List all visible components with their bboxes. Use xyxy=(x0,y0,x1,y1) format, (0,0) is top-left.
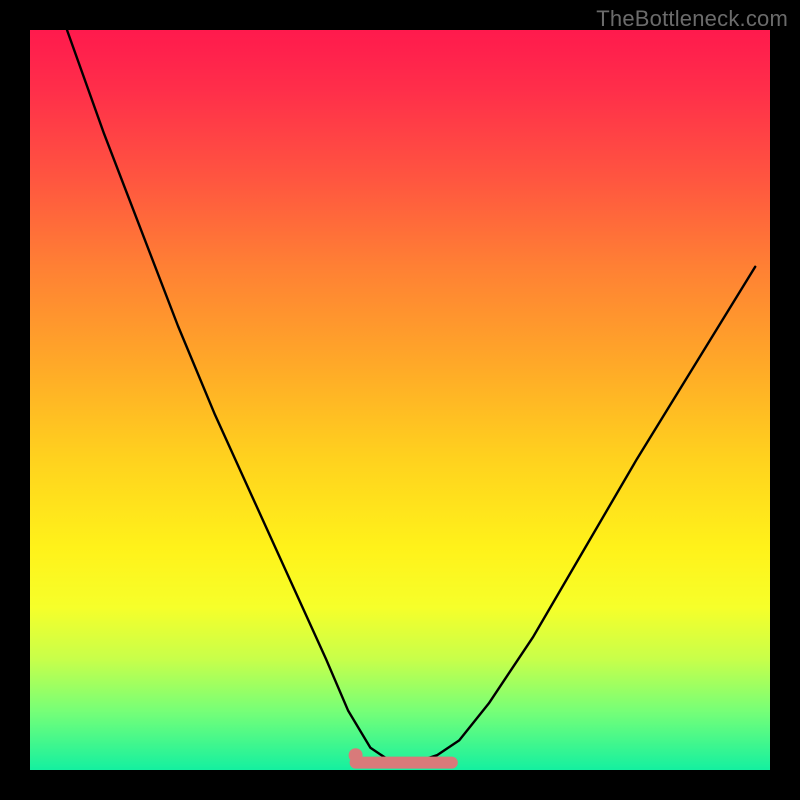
bottleneck-curve xyxy=(67,30,755,763)
plot-area xyxy=(30,30,770,770)
marker-dot xyxy=(349,748,363,762)
watermark-text: TheBottleneck.com xyxy=(596,6,788,32)
curve-layer xyxy=(30,30,770,770)
chart-frame: TheBottleneck.com xyxy=(0,0,800,800)
